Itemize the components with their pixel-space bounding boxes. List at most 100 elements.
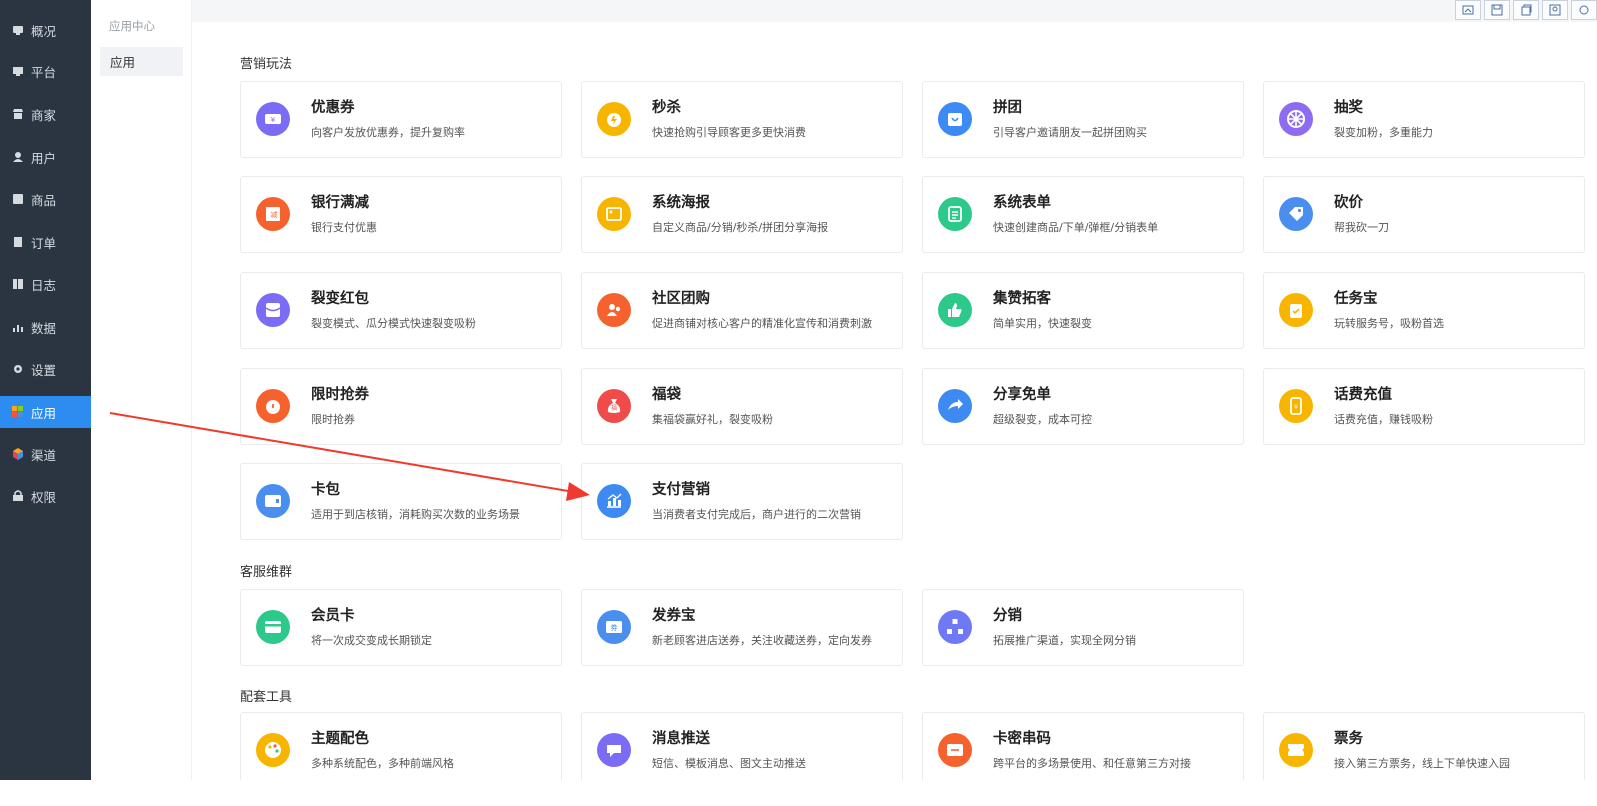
app-card[interactable]: 分销拓展推广渠道，实现全网分销 [922, 589, 1244, 666]
sidebar-item-label: 平台 [31, 64, 57, 80]
app-card-title: 主题配色 [311, 731, 369, 747]
svg-text:券: 券 [611, 623, 618, 632]
sidebar-item-6[interactable]: 日志 [0, 268, 91, 300]
app-card-description: 玩转服务号，吸粉首选 [1334, 317, 1444, 330]
timer-icon [256, 389, 290, 423]
sidebar-item-2[interactable]: 商家 [0, 98, 91, 130]
save-icon[interactable] [1484, 0, 1510, 20]
sidebar-item-0[interactable]: 概况 [0, 14, 91, 46]
sidebar-item-label: 数据 [31, 320, 57, 336]
sidebar-item-4[interactable]: 商品 [0, 183, 91, 215]
settings-icon[interactable] [1571, 0, 1597, 20]
app-card[interactable]: 卡密串码 跨平台的多场景使用、和任意第三方对接 [922, 712, 1244, 780]
app-card[interactable]: 票务 接入第三方票务，线上下单快速入园 [1263, 712, 1585, 780]
thumbs-up-icon [938, 293, 972, 327]
sidebar-item-7[interactable]: 数据 [0, 311, 91, 343]
apps-icon [12, 406, 24, 418]
sidebar-item-5[interactable]: 订单 [0, 226, 91, 258]
app-card[interactable]: 消息推送 短信、模板消息、图文主动推送 [581, 712, 903, 780]
bottom-strip [0, 780, 1597, 806]
app-card[interactable]: 拼团引导客户邀请朋友一起拼团购买 [922, 81, 1244, 158]
app-card-description: 跨平台的多场景使用、和任意第三方对接 [993, 757, 1191, 770]
app-card-description: 新老顾客进店送券，关注收藏送券，定向发券 [652, 634, 872, 647]
app-card[interactable]: 裂变红包裂变模式、瓜分模式快速裂变吸粉 [240, 272, 562, 349]
app-card[interactable]: 福 福袋 集福袋赢好礼，裂变吸粉 [581, 368, 903, 445]
app-card[interactable]: 任务宝 玩转服务号，吸粉首选 [1263, 272, 1585, 349]
monitor-icon [12, 65, 24, 77]
screenshot-icon[interactable] [1455, 0, 1481, 20]
app-card-title: 福袋 [652, 387, 681, 403]
image-export-icon[interactable] [1542, 0, 1568, 20]
app-card[interactable]: 集赞拓客简单实用，快速裂变 [922, 272, 1244, 349]
app-card[interactable]: 系统海报 自定义商品/分销/秒杀/拼团分享海报 [581, 176, 903, 253]
app-card[interactable]: 限时抢券 限时抢券 [240, 368, 562, 445]
app-card[interactable]: 社区团购促进商铺对核心客户的精准化宣传和消费刺激 [581, 272, 903, 349]
app-card-description: 裂变加粉，多重能力 [1334, 126, 1433, 139]
app-card[interactable]: 抽奖裂变加粉，多重能力 [1263, 81, 1585, 158]
app-card-description: 简单实用，快速裂变 [993, 317, 1092, 330]
top-strip [192, 0, 1597, 22]
toolbar [1452, 0, 1597, 20]
app-card-title: 限时抢券 [311, 387, 369, 403]
app-card-title: 分销 [993, 608, 1022, 624]
sidebar-item-8[interactable]: 设置 [0, 353, 91, 385]
app-card-title: 拼团 [993, 100, 1022, 116]
app-center-main: 营销玩法 ¥ 优惠券 向客户发放优惠券，提升复购率 秒杀 快速抢购引导顾客更多更快消费 拼团… [212, 22, 1597, 780]
svg-text:¥: ¥ [1294, 404, 1298, 411]
app-card-description: 引导客户邀请朋友一起拼团购买 [993, 126, 1147, 139]
app-card-title: 秒杀 [652, 100, 681, 116]
app-card[interactable]: ¥ 优惠券 向客户发放优惠券，提升复购率 [240, 81, 562, 158]
sidebar-item-9[interactable]: 应用 [0, 396, 91, 428]
app-card-description: 拓展推广渠道，实现全网分销 [993, 634, 1136, 647]
app-card-title: 会员卡 [311, 608, 355, 624]
app-card[interactable]: ¥ 话费充值 话费充值，赚钱吸粉 [1263, 368, 1585, 445]
app-card[interactable]: 分享免单超级裂变，成本可控 [922, 368, 1244, 445]
user-icon [12, 151, 24, 163]
subnav-item-apps[interactable]: 应用 [100, 47, 183, 76]
app-card-title: 裂变红包 [311, 291, 369, 307]
phone-icon: ¥ [1279, 389, 1313, 423]
app-card[interactable]: 支付营销 当消费者支付完成后，商户进行的二次营销 [581, 463, 903, 540]
goods-icon [12, 193, 24, 205]
app-card-title: 社区团购 [652, 291, 710, 307]
image-icon [597, 197, 631, 231]
app-card-description: 短信、模板消息、图文主动推送 [652, 757, 806, 770]
palette-icon [256, 733, 290, 767]
app-card-title: 集赞拓客 [993, 291, 1051, 307]
copy-icon[interactable] [1513, 0, 1539, 20]
red-envelope-icon [256, 293, 290, 327]
app-card-title: 发券宝 [652, 608, 696, 624]
app-card-description: 接入第三方票务，线上下单快速入园 [1334, 757, 1510, 770]
app-card[interactable]: 会员卡将一次成交变成长期锁定 [240, 589, 562, 666]
app-card[interactable]: 减 银行满减 银行支付优惠 [240, 176, 562, 253]
app-card-title: 分享免单 [993, 387, 1051, 403]
chart-icon [12, 321, 24, 333]
app-card-title: 抽奖 [1334, 100, 1363, 116]
sidebar-item-1[interactable]: 平台 [0, 55, 91, 87]
app-card[interactable]: 主题配色 多种系统配色，多种前端风格 [240, 712, 562, 780]
group-icon [597, 293, 631, 327]
app-card-description: 将一次成交变成长期锁定 [311, 634, 432, 647]
ticket-stub-icon [1279, 733, 1313, 767]
app-card-description: 裂变模式、瓜分模式快速裂变吸粉 [311, 317, 476, 330]
sidebar-item-11[interactable]: 权限 [0, 480, 91, 512]
sidebar-item-10[interactable]: 渠道 [0, 438, 91, 470]
app-card-description: 促进商铺对核心客户的精准化宣传和消费刺激 [652, 317, 872, 330]
sub-navigation: 应用中心 应用 [91, 0, 192, 780]
cube-icon [12, 448, 24, 460]
dashboard-icon [12, 24, 24, 36]
lottery-wheel-icon [1279, 102, 1313, 136]
sidebar: 概况平台商家用户商品订单日志数据设置应用渠道权限 [0, 0, 91, 780]
section-title: 营销玩法 [240, 57, 293, 72]
app-card-description: 超级裂变，成本可控 [993, 413, 1092, 426]
sidebar-item-label: 渠道 [31, 447, 57, 463]
app-card[interactable]: 系统表单 快速创建商品/下单/弹框/分销表单 [922, 176, 1244, 253]
app-card-description: 快速创建商品/下单/弹框/分销表单 [993, 221, 1159, 234]
coupon-icon: ¥ [256, 102, 290, 136]
app-card[interactable]: 卡包 适用于到店核销，消耗购买次数的业务场景 [240, 463, 562, 540]
app-card[interactable]: 券 发券宝新老顾客进店送券，关注收藏送券，定向发券 [581, 589, 903, 666]
app-card[interactable]: 砍价 帮我砍一刀 [1263, 176, 1585, 253]
log-icon [12, 278, 24, 290]
app-card[interactable]: 秒杀 快速抢购引导顾客更多更快消费 [581, 81, 903, 158]
sidebar-item-3[interactable]: 用户 [0, 141, 91, 173]
